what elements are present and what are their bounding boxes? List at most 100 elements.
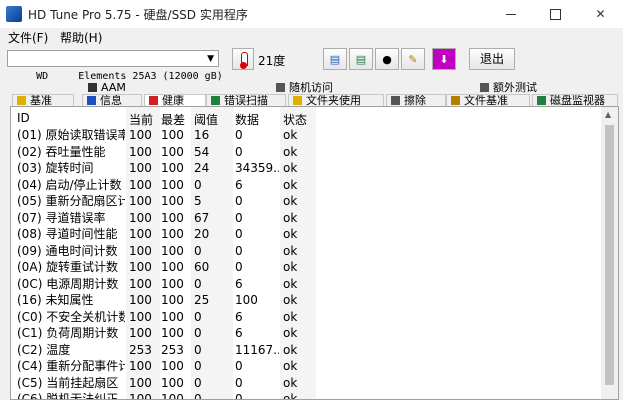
header-id[interactable]: ID xyxy=(17,111,30,125)
table-row[interactable]: (03) 旋转时间 100 100 24 34359... ok xyxy=(11,160,601,176)
attribute-id: (C1) 负荷周期计数 xyxy=(17,326,119,340)
table-header: ID 当前 最差 阈值 数据 状态 xyxy=(11,107,601,127)
table-row[interactable]: (05) 重新分配扇区计... 100 100 5 0 ok xyxy=(11,193,601,209)
tab-erase[interactable]: 擦除 xyxy=(386,94,446,106)
tab-erase-label: 擦除 xyxy=(404,94,426,106)
worst-value: 100 xyxy=(161,392,184,400)
table-row[interactable]: (02) 吞吐量性能 100 100 54 0 ok xyxy=(11,144,601,160)
attribute-id: (C5) 当前挂起扇区 xyxy=(17,375,119,390)
menu-file[interactable]: 文件(F) xyxy=(8,29,48,46)
current-value: 100 xyxy=(129,194,152,208)
header-status[interactable]: 状态 xyxy=(283,111,307,128)
minimize-button[interactable] xyxy=(488,0,533,28)
maximize-icon xyxy=(550,8,561,20)
worst-value: 100 xyxy=(161,144,184,159)
header-threshold[interactable]: 阈值 xyxy=(194,111,218,128)
window-title: HD Tune Pro 5.75 - 硬盘/SSD 实用程序 xyxy=(28,8,248,22)
save-button[interactable]: ⬇ xyxy=(432,48,456,70)
options-icon: ✎ xyxy=(408,52,418,66)
status: ok xyxy=(283,144,298,159)
download-icon: ⬇ xyxy=(439,52,449,66)
exit-button[interactable]: 退出 xyxy=(469,48,515,70)
status: ok xyxy=(283,194,298,208)
tab-info[interactable]: 信息 xyxy=(82,94,142,106)
raw-data: 0 xyxy=(235,260,243,274)
tab-disk-monitor[interactable]: 磁盘监视器 xyxy=(532,94,618,106)
maximize-button[interactable] xyxy=(533,0,578,28)
tab-error-scan[interactable]: 错误扫描 xyxy=(206,94,286,106)
attribute-id: (08) 寻道时间性能 xyxy=(17,227,118,241)
table-row[interactable]: (0C) 电源周期计数 100 100 0 6 ok xyxy=(11,276,601,292)
folder-icon xyxy=(293,96,302,105)
health-panel: ID 当前 最差 阈值 数据 状态 (01) 原始读取错误率 100 100 16 0 o… xyxy=(10,106,619,400)
table-row[interactable]: (C0) 不安全关机计数 100 100 0 6 ok xyxy=(11,309,601,325)
attribute-id: (C0) 不安全关机计数 xyxy=(17,309,125,324)
minimize-icon xyxy=(505,13,516,15)
header-current[interactable]: 当前 xyxy=(129,111,153,128)
table-row[interactable]: (01) 原始读取错误率 100 100 16 0 ok xyxy=(11,127,601,143)
vertical-scrollbar[interactable]: ▲ xyxy=(601,107,618,399)
tab-folder-usage[interactable]: 文件夹使用 xyxy=(288,94,384,106)
copy-info-button[interactable]: ▤ xyxy=(323,48,347,70)
status: ok xyxy=(283,309,298,324)
table-row[interactable]: (09) 通电时间计数 100 100 0 0 ok xyxy=(11,243,601,259)
raw-data: 6 xyxy=(235,276,243,291)
current-value: 100 xyxy=(129,227,152,241)
tab-row-top: AAM 随机访问 额外测试 xyxy=(0,82,623,94)
tab-extra-tests[interactable]: 额外测试 xyxy=(476,82,616,94)
table-row[interactable]: (C1) 负荷周期计数 100 100 0 6 ok xyxy=(11,325,601,341)
tab-file-benchmark[interactable]: 文件基准 xyxy=(446,94,530,106)
threshold-value: 16 xyxy=(194,128,210,142)
title-bar: HD Tune Pro 5.75 - 硬盘/SSD 实用程序 ✕ xyxy=(0,0,623,29)
drive-select-value: WD Elements 25A3 (12000 gB) xyxy=(36,71,223,82)
tab-benchmark[interactable]: 基准 xyxy=(12,94,74,106)
current-value: 100 xyxy=(129,260,152,274)
raw-data: 0 xyxy=(235,375,243,390)
attribute-id: (0A) 旋转重试计数 xyxy=(17,260,119,274)
tab-random-access[interactable]: 随机访问 xyxy=(272,82,486,94)
worst-value: 100 xyxy=(161,243,184,258)
options-button[interactable]: ✎ xyxy=(401,48,425,70)
threshold-value: 0 xyxy=(194,177,202,192)
threshold-value: 0 xyxy=(194,375,202,390)
extra-tests-icon xyxy=(480,83,489,92)
tab-error-scan-label: 错误扫描 xyxy=(224,94,268,106)
header-worst[interactable]: 最差 xyxy=(161,111,185,128)
scrollbar-thumb[interactable] xyxy=(605,125,614,385)
raw-data: 34359... xyxy=(235,161,279,175)
threshold-value: 0 xyxy=(194,392,202,400)
table-row[interactable]: (C5) 当前挂起扇区 100 100 0 0 ok xyxy=(11,375,601,391)
current-value: 100 xyxy=(129,309,152,324)
table-row[interactable]: (C6) 脱机无法纠正 100 100 0 0 ok xyxy=(11,391,601,400)
close-button[interactable]: ✕ xyxy=(578,0,623,28)
scroll-up-icon[interactable]: ▲ xyxy=(605,110,611,119)
worst-value: 100 xyxy=(161,293,184,307)
threshold-value: 0 xyxy=(194,309,202,324)
worst-value: 100 xyxy=(161,161,184,175)
tab-aam-label: AAM xyxy=(101,82,126,94)
threshold-value: 20 xyxy=(194,227,210,241)
file-benchmark-icon xyxy=(451,96,460,105)
copy-all-button[interactable]: ▤ xyxy=(349,48,373,70)
threshold-value: 67 xyxy=(194,210,210,225)
table-row[interactable]: (C4) 重新分配事件计... 100 100 0 0 ok xyxy=(11,358,601,374)
header-data[interactable]: 数据 xyxy=(235,111,259,128)
tab-aam[interactable]: AAM xyxy=(84,82,290,94)
current-value: 100 xyxy=(129,293,152,307)
menu-help[interactable]: 帮助(H) xyxy=(60,29,102,46)
drive-select[interactable]: WD Elements 25A3 (12000 gB) ▼ xyxy=(7,50,223,82)
table-row[interactable]: (16) 未知属性 100 100 25 100 ok xyxy=(11,292,601,308)
screenshot-button[interactable]: ● xyxy=(375,48,399,70)
current-value: 100 xyxy=(129,128,152,142)
threshold-value: 0 xyxy=(194,276,202,291)
table-row[interactable]: (04) 启动/停止计数 100 100 0 6 ok xyxy=(11,177,601,193)
table-row[interactable]: (08) 寻道时间性能 100 100 20 0 ok xyxy=(11,226,601,242)
raw-data: 6 xyxy=(235,177,243,192)
menu-bar: 文件(F) 帮助(H) xyxy=(0,28,623,46)
table-row[interactable]: (07) 寻道错误率 100 100 67 0 ok xyxy=(11,210,601,226)
table-row[interactable]: (0A) 旋转重试计数 100 100 60 0 ok xyxy=(11,259,601,275)
tab-extra-tests-label: 额外测试 xyxy=(493,82,537,94)
table-row[interactable]: (C2) 温度 253 253 0 11167... ok xyxy=(11,342,601,358)
status: ok xyxy=(283,326,298,340)
attribute-id: (C2) 温度 xyxy=(17,342,71,357)
